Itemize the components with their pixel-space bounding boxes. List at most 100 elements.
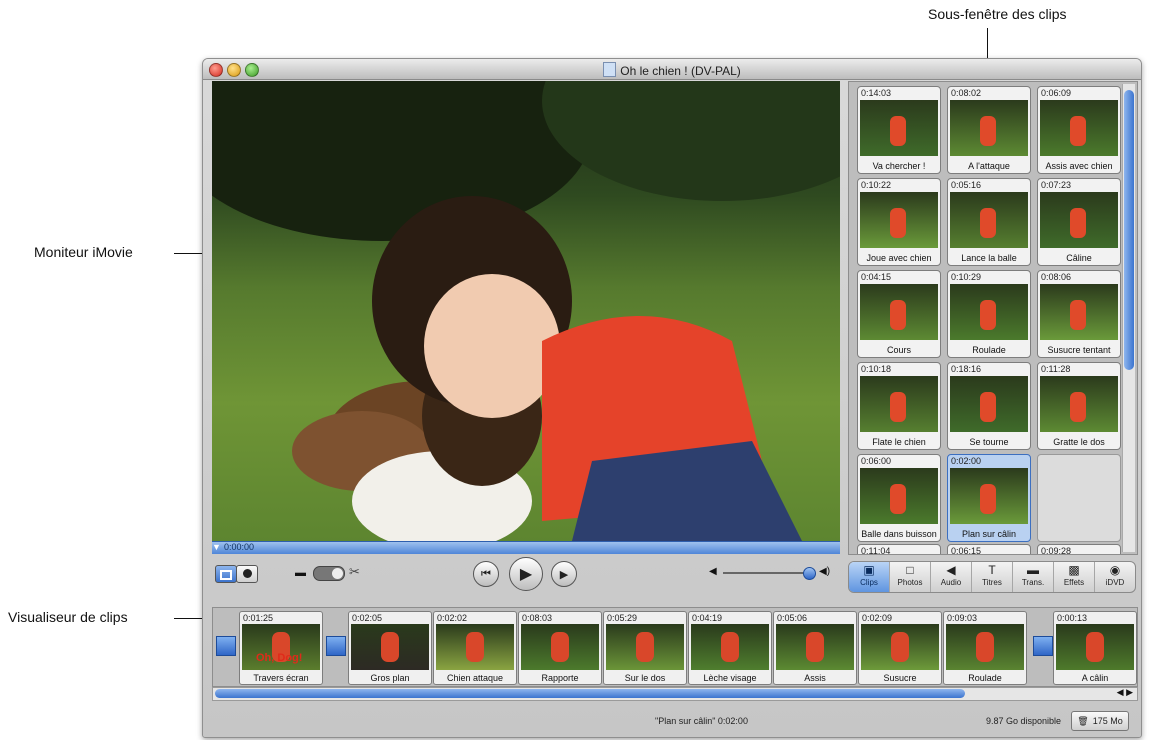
clip-subject [890,208,906,238]
clips-icon: ▣ [863,563,875,577]
clip-subject [1070,116,1086,146]
clip-preview-image [950,376,1028,432]
tab-clips[interactable]: ▣ Clips [849,562,890,592]
clip-subject [890,392,906,422]
trash-button[interactable]: 🗑 175 Mo [1071,711,1129,731]
clip-duration: 0:14:03 [861,88,892,98]
clip-thumbnail[interactable]: 0:18:16 Se tourne [947,362,1031,450]
play-fullscreen-button[interactable]: ▶ [551,561,577,587]
clip-duration: 0:06:09 [1041,88,1072,98]
rewind-button[interactable]: ⏮ [473,561,499,587]
clip-viewer-mode-button[interactable] [215,565,237,583]
timeline-clip[interactable]: 0:05:06 Assis [773,611,857,685]
clip-thumbnail[interactable]: 0:08:02 A l'attaque [947,86,1031,174]
tab-effets[interactable]: ▩ Effets [1054,562,1095,592]
imovie-monitor[interactable] [212,81,840,541]
monitor-frame-image [292,196,802,541]
timeline-clip[interactable]: 0:08:03 Rapporte [518,611,602,685]
clip-duration: 0:08:03 [522,613,553,623]
clip-preview-image [351,624,429,670]
clip-preview-image: Oh, Dog! [242,624,320,670]
clip-name: Cours [886,345,911,355]
clip-thumbnail[interactable]: 0:10:29 Roulade [947,270,1031,358]
play-button[interactable]: ▶ [509,557,543,591]
clip-subject [551,632,569,662]
timeline-clip[interactable]: 0:05:29 Sur le dos [603,611,687,685]
clip-viewer-scrollbar[interactable]: ◀ ▶ [212,687,1138,701]
film-icon [220,570,232,580]
clip-thumbnail[interactable]: 0:09:28 [1037,544,1121,555]
clip-viewer-scroll-thumb[interactable] [215,689,965,698]
clip-duration: 0:02:00 [951,456,982,466]
clip-subject [980,484,996,514]
callout-clips-pane: Sous-fenêtre des clips [928,6,1067,22]
tab-audio[interactable]: ◀ Audio [931,562,972,592]
timeline-clip[interactable]: 0:01:25 Oh, Dog! Travers écran [239,611,323,685]
clip-duration: 0:18:16 [951,364,982,374]
clip-preview-image [860,376,938,432]
clock-icon [242,569,252,578]
clip-thumbnail[interactable]: 0:06:09 Assis avec chien [1037,86,1121,174]
clip-thumbnail[interactable]: 0:08:06 Susucre tentant [1037,270,1121,358]
clip-preview-image [691,624,769,670]
clips-pane-scrollbar[interactable] [1122,84,1135,552]
clip-name: Plan sur câlin [961,529,1017,539]
timeline-clip[interactable]: 0:02:09 Susucre [858,611,942,685]
empty-clip-slot[interactable] [1037,454,1121,542]
clip-thumbnail[interactable]: 0:10:18 Flate le chien [857,362,941,450]
clip-name: A l'attaque [968,161,1010,171]
status-bar: "Plan sur câlin" 0:02:00 9.87 Go disponi… [203,709,1141,737]
tab-label: Photos [897,578,923,587]
clip-name: Se tourne [969,437,1009,447]
clip-thumbnail[interactable]: 0:06:00 Balle dans buisson [857,454,941,542]
clip-preview-image [860,100,938,156]
clip-name: Lèche visage [703,673,757,683]
clip-subject [980,300,996,330]
tab-idvd[interactable]: ◉ iDVD [1095,562,1135,592]
pane-tabs: ▣ Clips □ Photos ◀ Audio T Titres ▬ Trans. ▩ Effets… [848,561,1136,593]
scroll-arrows-icon[interactable]: ◀ ▶ [1117,687,1133,698]
clip-thumbnail[interactable]: 0:11:04 [857,544,941,554]
timeline-clip[interactable]: 0:02:05 Gros plan [348,611,432,685]
clip-thumbnail[interactable]: 0:02:00 Plan sur câlin [947,454,1031,542]
camera-mode-switch[interactable] [313,566,345,581]
volume-knob[interactable] [803,567,816,580]
clip-subject [891,632,909,662]
tab-trans[interactable]: ▬ Trans. [1013,562,1054,592]
timeline-mode-button[interactable] [236,565,258,583]
volume-high-icon: ◀) [819,566,831,577]
clips-pane-scroll-thumb[interactable] [1124,90,1134,370]
clip-thumbnail[interactable]: 0:05:16 Lance la balle [947,178,1031,266]
transition-icon[interactable] [216,636,236,656]
clip-thumbnail[interactable]: 0:10:22 Joue avec chien [857,178,941,266]
playhead-icon[interactable]: ▼ [212,542,221,552]
timeline-clip[interactable]: 0:04:19 Lèche visage [688,611,772,685]
clip-thumbnail[interactable]: 0:11:28 Gratte le dos [1037,362,1121,450]
timeline-clip[interactable]: 0:02:02 Chien attaque [433,611,517,685]
clip-subject [980,208,996,238]
tab-photos[interactable]: □ Photos [890,562,931,592]
timeline-clip[interactable]: 0:09:03 Roulade [943,611,1027,685]
volume-slider[interactable] [723,567,816,580]
clip-name: Sur le dos [624,673,666,683]
clip-thumbnail[interactable]: 0:07:23 Câline [1037,178,1121,266]
imovie-window: Oh le chien ! (DV-PAL) ▼ 0:00:00 0:14:03… [202,58,1142,738]
titles-icon: T [988,563,996,577]
clip-thumbnail[interactable]: 0:04:15 Cours [857,270,941,358]
clip-subject [1086,632,1104,662]
clip-thumbnail[interactable]: 0:06:15 [947,544,1031,554]
timeline-clip[interactable]: 0:00:13 A câlin [1053,611,1137,685]
clip-subject [1070,392,1086,422]
tab-titres[interactable]: T Titres [972,562,1013,592]
clip-duration: 0:09:28 [1041,546,1072,555]
title-bar[interactable]: Oh le chien ! (DV-PAL) [203,59,1141,80]
transition-icon[interactable] [1033,636,1053,656]
transition-icon[interactable] [326,636,346,656]
clip-name: Joue avec chien [866,253,932,263]
tab-label: Clips [860,578,878,587]
scrubber-bar[interactable]: ▼ 0:00:00 [212,541,840,554]
clip-thumbnail[interactable]: 0:14:03 Va chercher ! [857,86,941,174]
clip-preview-image [860,468,938,524]
clip-subject [381,632,399,662]
clip-subject [806,632,824,662]
